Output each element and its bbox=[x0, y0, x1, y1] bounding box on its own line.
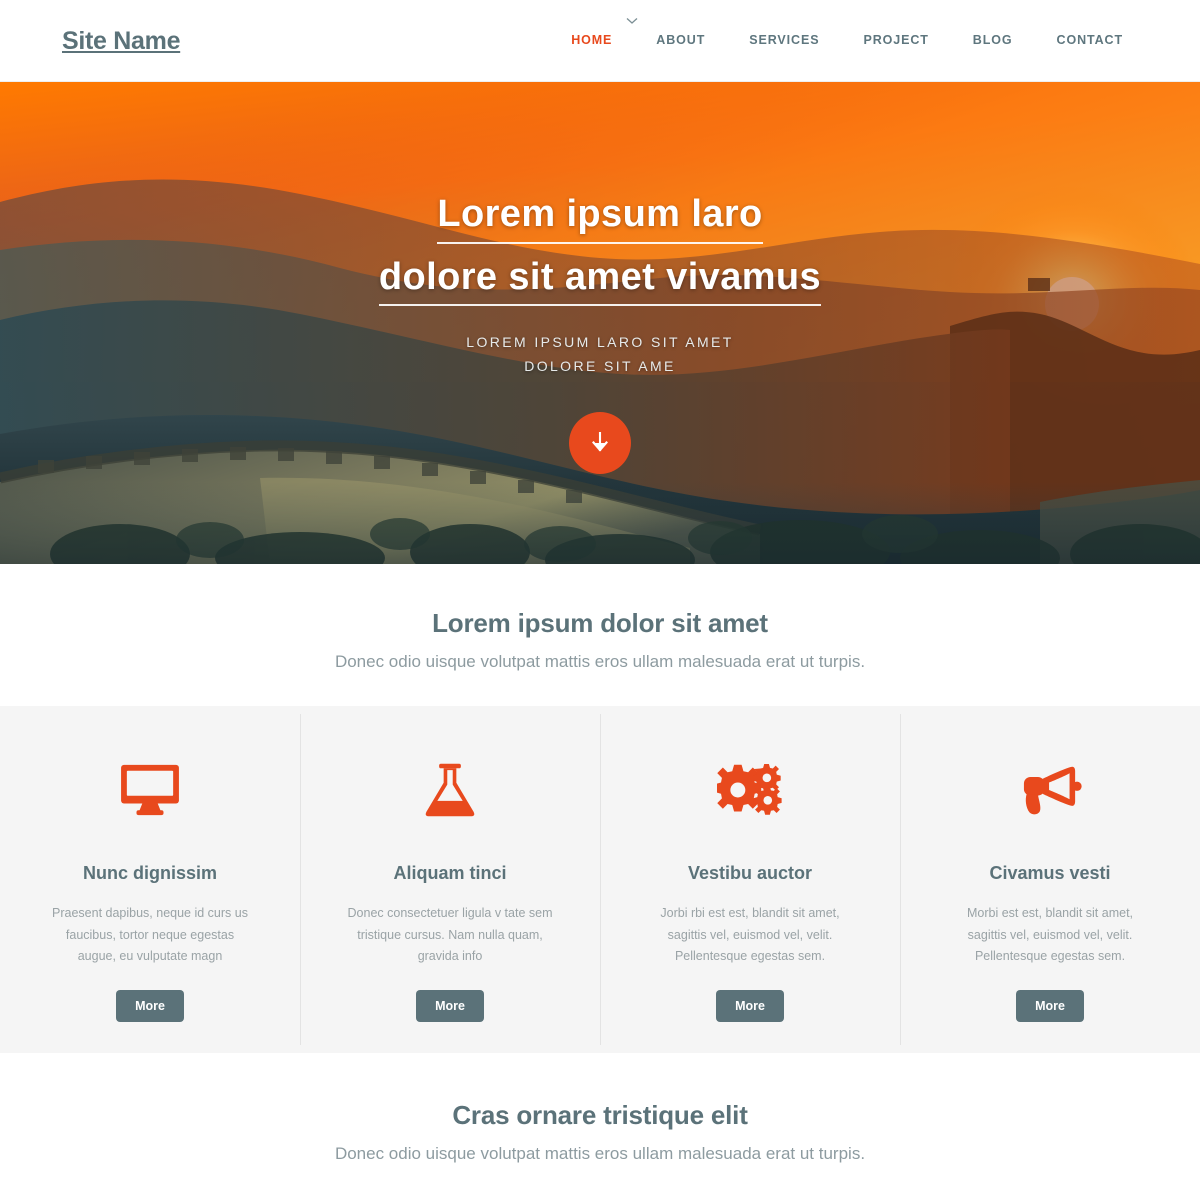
intro-subtitle: Donec odio uisque volutpat mattis eros u… bbox=[334, 652, 866, 671]
features-section: Nunc dignissim Praesent dapibus, neque i… bbox=[0, 706, 1200, 1053]
hero-title: Lorem ipsum laro dolore sit amet vivamus bbox=[0, 190, 1200, 307]
feature-card-1: Nunc dignissim Praesent dapibus, neque i… bbox=[0, 706, 300, 1053]
more-button-4[interactable]: More bbox=[1016, 989, 1084, 1022]
monitor-icon bbox=[0, 759, 300, 821]
nav-item-about[interactable]: ABOUT bbox=[634, 33, 727, 47]
feature-card-2: Aliquam tinci Donec consectetuer ligula … bbox=[300, 706, 600, 1053]
nav-item-blog[interactable]: BLOG bbox=[951, 33, 1035, 47]
scroll-down-button[interactable] bbox=[569, 412, 631, 475]
intro-section: Lorem ipsum dolor sit amet Donec odio ui… bbox=[0, 564, 1200, 706]
outro-subtitle: Donec odio uisque volutpat mattis eros u… bbox=[334, 1144, 866, 1163]
feature-title-4: Civamus vesti bbox=[989, 863, 1111, 883]
flask-icon bbox=[300, 759, 600, 821]
chevron-down-icon[interactable] bbox=[624, 14, 640, 26]
intro-title: Lorem ipsum dolor sit amet bbox=[432, 608, 768, 638]
hero-banner: Lorem ipsum laro dolore sit amet vivamus… bbox=[0, 82, 1200, 564]
more-button-1[interactable]: More bbox=[116, 989, 184, 1022]
nav-item-contact[interactable]: CONTACT bbox=[1035, 33, 1145, 47]
site-header: Site Name HOME ABOUT SERVICES PROJECT BL… bbox=[0, 0, 1200, 82]
hero-subtitle-line-1: LOREM IPSUM LARO SIT AMET bbox=[466, 334, 734, 351]
site-logo[interactable]: Site Name bbox=[62, 27, 180, 56]
arrow-down-icon bbox=[588, 430, 612, 457]
outro-section: Cras ornare tristique elit Donec odio ui… bbox=[0, 1053, 1200, 1200]
hero-title-line-2: dolore sit amet vivamus bbox=[378, 253, 822, 307]
feature-text-3: Jorbi rbi est est, blandit sit amet, sag… bbox=[660, 906, 840, 963]
hero-subtitle-line-2: DOLORE SIT AME bbox=[524, 358, 676, 375]
feature-card-3: Vestibu auctor Jorbi rbi est est, blandi… bbox=[600, 706, 900, 1053]
feature-title-2: Aliquam tinci bbox=[393, 863, 507, 883]
hero-title-line-1: Lorem ipsum laro bbox=[437, 190, 763, 244]
hero-content: Lorem ipsum laro dolore sit amet vivamus… bbox=[0, 82, 1200, 475]
outro-title: Cras ornare tristique elit bbox=[452, 1100, 748, 1130]
feature-title-3: Vestibu auctor bbox=[687, 863, 813, 883]
hero-subtitle: LOREM IPSUM LARO SIT AMET DOLORE SIT AME bbox=[0, 330, 1200, 378]
feature-text-4: Morbi est est, blandit sit amet, sagitti… bbox=[966, 906, 1134, 963]
feature-title-1: Nunc dignissim bbox=[82, 863, 217, 883]
nav-item-services[interactable]: SERVICES bbox=[727, 33, 841, 47]
more-button-2[interactable]: More bbox=[416, 989, 484, 1022]
gears-icon bbox=[600, 759, 900, 821]
main-navigation: HOME ABOUT SERVICES PROJECT BLOG CONTACT bbox=[549, 33, 1145, 47]
feature-card-4: Civamus vesti Morbi est est, blandit sit… bbox=[900, 706, 1200, 1053]
more-button-3[interactable]: More bbox=[716, 989, 784, 1022]
feature-text-2: Donec consectetuer ligula v tate sem tri… bbox=[347, 906, 553, 963]
nav-item-project[interactable]: PROJECT bbox=[841, 33, 950, 47]
megaphone-icon bbox=[900, 759, 1200, 821]
feature-text-1: Praesent dapibus, neque id curs us fauci… bbox=[52, 906, 248, 963]
nav-item-home[interactable]: HOME bbox=[549, 33, 634, 47]
